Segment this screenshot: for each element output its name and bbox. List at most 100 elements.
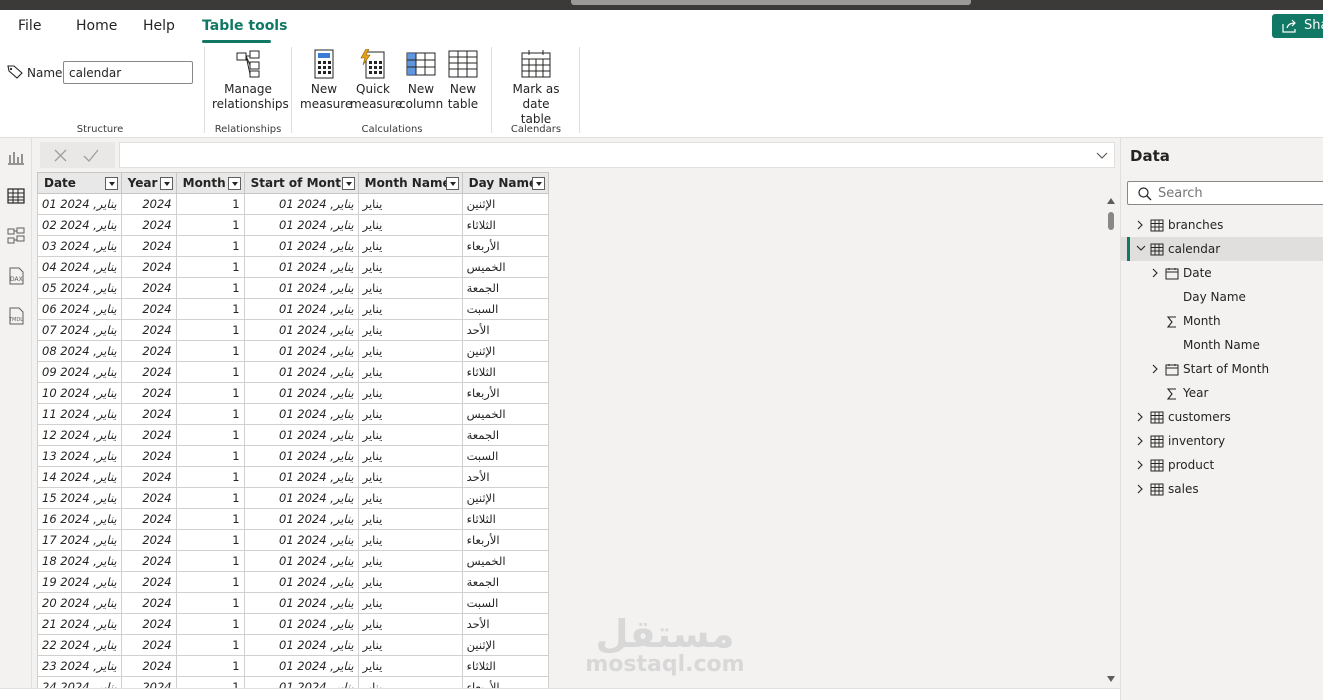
table-cell[interactable]: يناير, 2024 01 <box>243 613 359 635</box>
table-row[interactable]: يناير, 2024 06 2024 1 يناير, 2024 01 يناير ال… <box>37 298 549 320</box>
table-row[interactable]: يناير, 2024 19 2024 1 يناير, 2024 01 يناير ال… <box>37 571 549 593</box>
tree-item-customers[interactable]: customers <box>1121 405 1323 429</box>
table-cell[interactable]: يناير, 2024 01 <box>243 466 359 488</box>
table-cell[interactable]: يناير, 2024 01 <box>243 655 359 677</box>
commit-check-icon[interactable] <box>83 149 99 162</box>
table-cell[interactable]: الأربعاء <box>461 382 549 404</box>
table-cell[interactable]: 1 <box>175 403 245 425</box>
table-row[interactable]: يناير, 2024 23 2024 1 يناير, 2024 01 يناير ال… <box>37 655 549 677</box>
table-cell[interactable]: يناير, 2024 16 <box>37 508 122 530</box>
table-cell[interactable]: 2024 <box>120 508 177 530</box>
table-row[interactable]: يناير, 2024 10 2024 1 يناير, 2024 01 يناير ال… <box>37 382 549 404</box>
table-cell[interactable]: يناير, 2024 01 <box>243 319 359 341</box>
table-cell[interactable]: يناير, 2024 06 <box>37 298 122 320</box>
table-cell[interactable]: يناير, 2024 01 <box>243 340 359 362</box>
table-cell[interactable]: يناير <box>357 424 463 446</box>
tab-file[interactable]: File <box>18 18 41 34</box>
table-cell[interactable]: يناير <box>357 466 463 488</box>
filter-dropdown-icon[interactable] <box>104 177 118 190</box>
scrollbar-thumb[interactable] <box>1108 212 1114 230</box>
table-cell[interactable]: يناير, 2024 15 <box>37 487 122 509</box>
table-cell[interactable]: 2024 <box>120 571 177 593</box>
table-cell[interactable]: 1 <box>175 340 245 362</box>
table-cell[interactable]: 2024 <box>120 214 177 236</box>
table-cell[interactable]: الجمعة <box>461 424 549 446</box>
table-cell[interactable]: يناير, 2024 17 <box>37 529 122 551</box>
tab-home[interactable]: Home <box>76 18 117 34</box>
chevron-down-icon[interactable] <box>1136 244 1146 254</box>
tree-item-start-of-month[interactable]: Start of Month <box>1121 357 1323 381</box>
table-cell[interactable]: 1 <box>175 319 245 341</box>
cancel-icon[interactable] <box>54 149 67 162</box>
table-cell[interactable]: الأحد <box>461 319 549 341</box>
table-row[interactable]: يناير, 2024 15 2024 1 يناير, 2024 01 يناير ال… <box>37 487 549 509</box>
table-cell[interactable]: يناير, 2024 01 <box>243 277 359 299</box>
tree-item-date[interactable]: Date <box>1121 261 1323 285</box>
table-cell[interactable]: 1 <box>175 571 245 593</box>
table-cell[interactable]: يناير, 2024 01 <box>243 529 359 551</box>
table-cell[interactable]: يناير <box>357 676 463 688</box>
tab-table-tools[interactable]: Table tools <box>202 18 287 34</box>
new-measure-button[interactable]: New measure <box>300 49 352 112</box>
table-cell[interactable]: يناير, 2024 02 <box>37 214 122 236</box>
table-row[interactable]: يناير, 2024 17 2024 1 يناير, 2024 01 يناير ال… <box>37 529 549 551</box>
table-row[interactable]: يناير, 2024 18 2024 1 يناير, 2024 01 يناير ال… <box>37 550 549 572</box>
table-cell[interactable]: 1 <box>175 676 245 688</box>
table-cell[interactable]: يناير <box>357 214 463 236</box>
table-cell[interactable]: يناير <box>357 634 463 656</box>
quick-measure-button[interactable]: Quick measure <box>350 49 402 112</box>
chevron-right-icon[interactable] <box>1151 268 1161 278</box>
table-cell[interactable]: يناير, 2024 01 <box>243 571 359 593</box>
table-cell[interactable]: الأربعاء <box>461 235 549 257</box>
table-cell[interactable]: 2024 <box>120 340 177 362</box>
tree-item-branches[interactable]: branches <box>1121 213 1323 237</box>
table-cell[interactable]: يناير, 2024 11 <box>37 403 122 425</box>
table-cell[interactable]: يناير, 2024 14 <box>37 466 122 488</box>
table-cell[interactable]: 1 <box>175 592 245 614</box>
table-cell[interactable]: يناير, 2024 05 <box>37 277 122 299</box>
table-cell[interactable]: 2024 <box>120 424 177 446</box>
filter-dropdown-icon[interactable] <box>531 177 545 190</box>
table-cell[interactable]: 2024 <box>120 676 177 688</box>
table-cell[interactable]: 2024 <box>120 466 177 488</box>
tree-item-day-name[interactable]: Day Name <box>1121 285 1323 309</box>
table-cell[interactable]: 2024 <box>120 256 177 278</box>
table-row[interactable]: يناير, 2024 12 2024 1 يناير, 2024 01 يناير ال… <box>37 424 549 446</box>
table-cell[interactable]: الإثنين <box>461 340 549 362</box>
table-cell[interactable]: يناير <box>357 613 463 635</box>
table-cell[interactable]: 1 <box>175 277 245 299</box>
table-cell[interactable]: يناير, 2024 01 <box>243 298 359 320</box>
chevron-right-icon[interactable] <box>1136 220 1146 230</box>
table-cell[interactable]: يناير <box>357 487 463 509</box>
table-cell[interactable]: 1 <box>175 361 245 383</box>
table-cell[interactable]: الجمعة <box>461 571 549 593</box>
table-cell[interactable]: يناير, 2024 21 <box>37 613 122 635</box>
table-row[interactable]: يناير, 2024 08 2024 1 يناير, 2024 01 يناير ال… <box>37 340 549 362</box>
table-cell[interactable]: 1 <box>175 508 245 530</box>
table-cell[interactable]: 1 <box>175 550 245 572</box>
column-header-start-of-month[interactable]: Start of Month <box>243 172 359 194</box>
table-cell[interactable]: الثلاثاء <box>461 655 549 677</box>
table-row[interactable]: يناير, 2024 09 2024 1 يناير, 2024 01 يناير ال… <box>37 361 549 383</box>
table-cell[interactable]: 1 <box>175 214 245 236</box>
table-cell[interactable]: يناير, 2024 19 <box>37 571 122 593</box>
scroll-down-icon[interactable] <box>1107 676 1115 682</box>
table-cell[interactable]: 2024 <box>120 298 177 320</box>
table-row[interactable]: يناير, 2024 07 2024 1 يناير, 2024 01 يناير ال… <box>37 319 549 341</box>
tree-item-sales[interactable]: sales <box>1121 477 1323 501</box>
table-cell[interactable]: يناير <box>357 571 463 593</box>
table-cell[interactable]: يناير, 2024 12 <box>37 424 122 446</box>
table-cell[interactable]: الأحد <box>461 466 549 488</box>
table-cell[interactable]: الثلاثاء <box>461 214 549 236</box>
table-cell[interactable]: يناير, 2024 03 <box>37 235 122 257</box>
table-cell[interactable]: يناير, 2024 01 <box>243 214 359 236</box>
table-cell[interactable]: 2024 <box>120 382 177 404</box>
table-cell[interactable]: الخميس <box>461 403 549 425</box>
table-cell[interactable]: يناير <box>357 319 463 341</box>
table-cell[interactable]: يناير, 2024 01 <box>243 487 359 509</box>
tmdl-view-icon[interactable]: TMDL <box>7 307 25 325</box>
table-cell[interactable]: يناير, 2024 04 <box>37 256 122 278</box>
column-header-month[interactable]: Month <box>175 172 245 194</box>
table-cell[interactable]: يناير <box>357 256 463 278</box>
table-cell[interactable]: السبت <box>461 592 549 614</box>
